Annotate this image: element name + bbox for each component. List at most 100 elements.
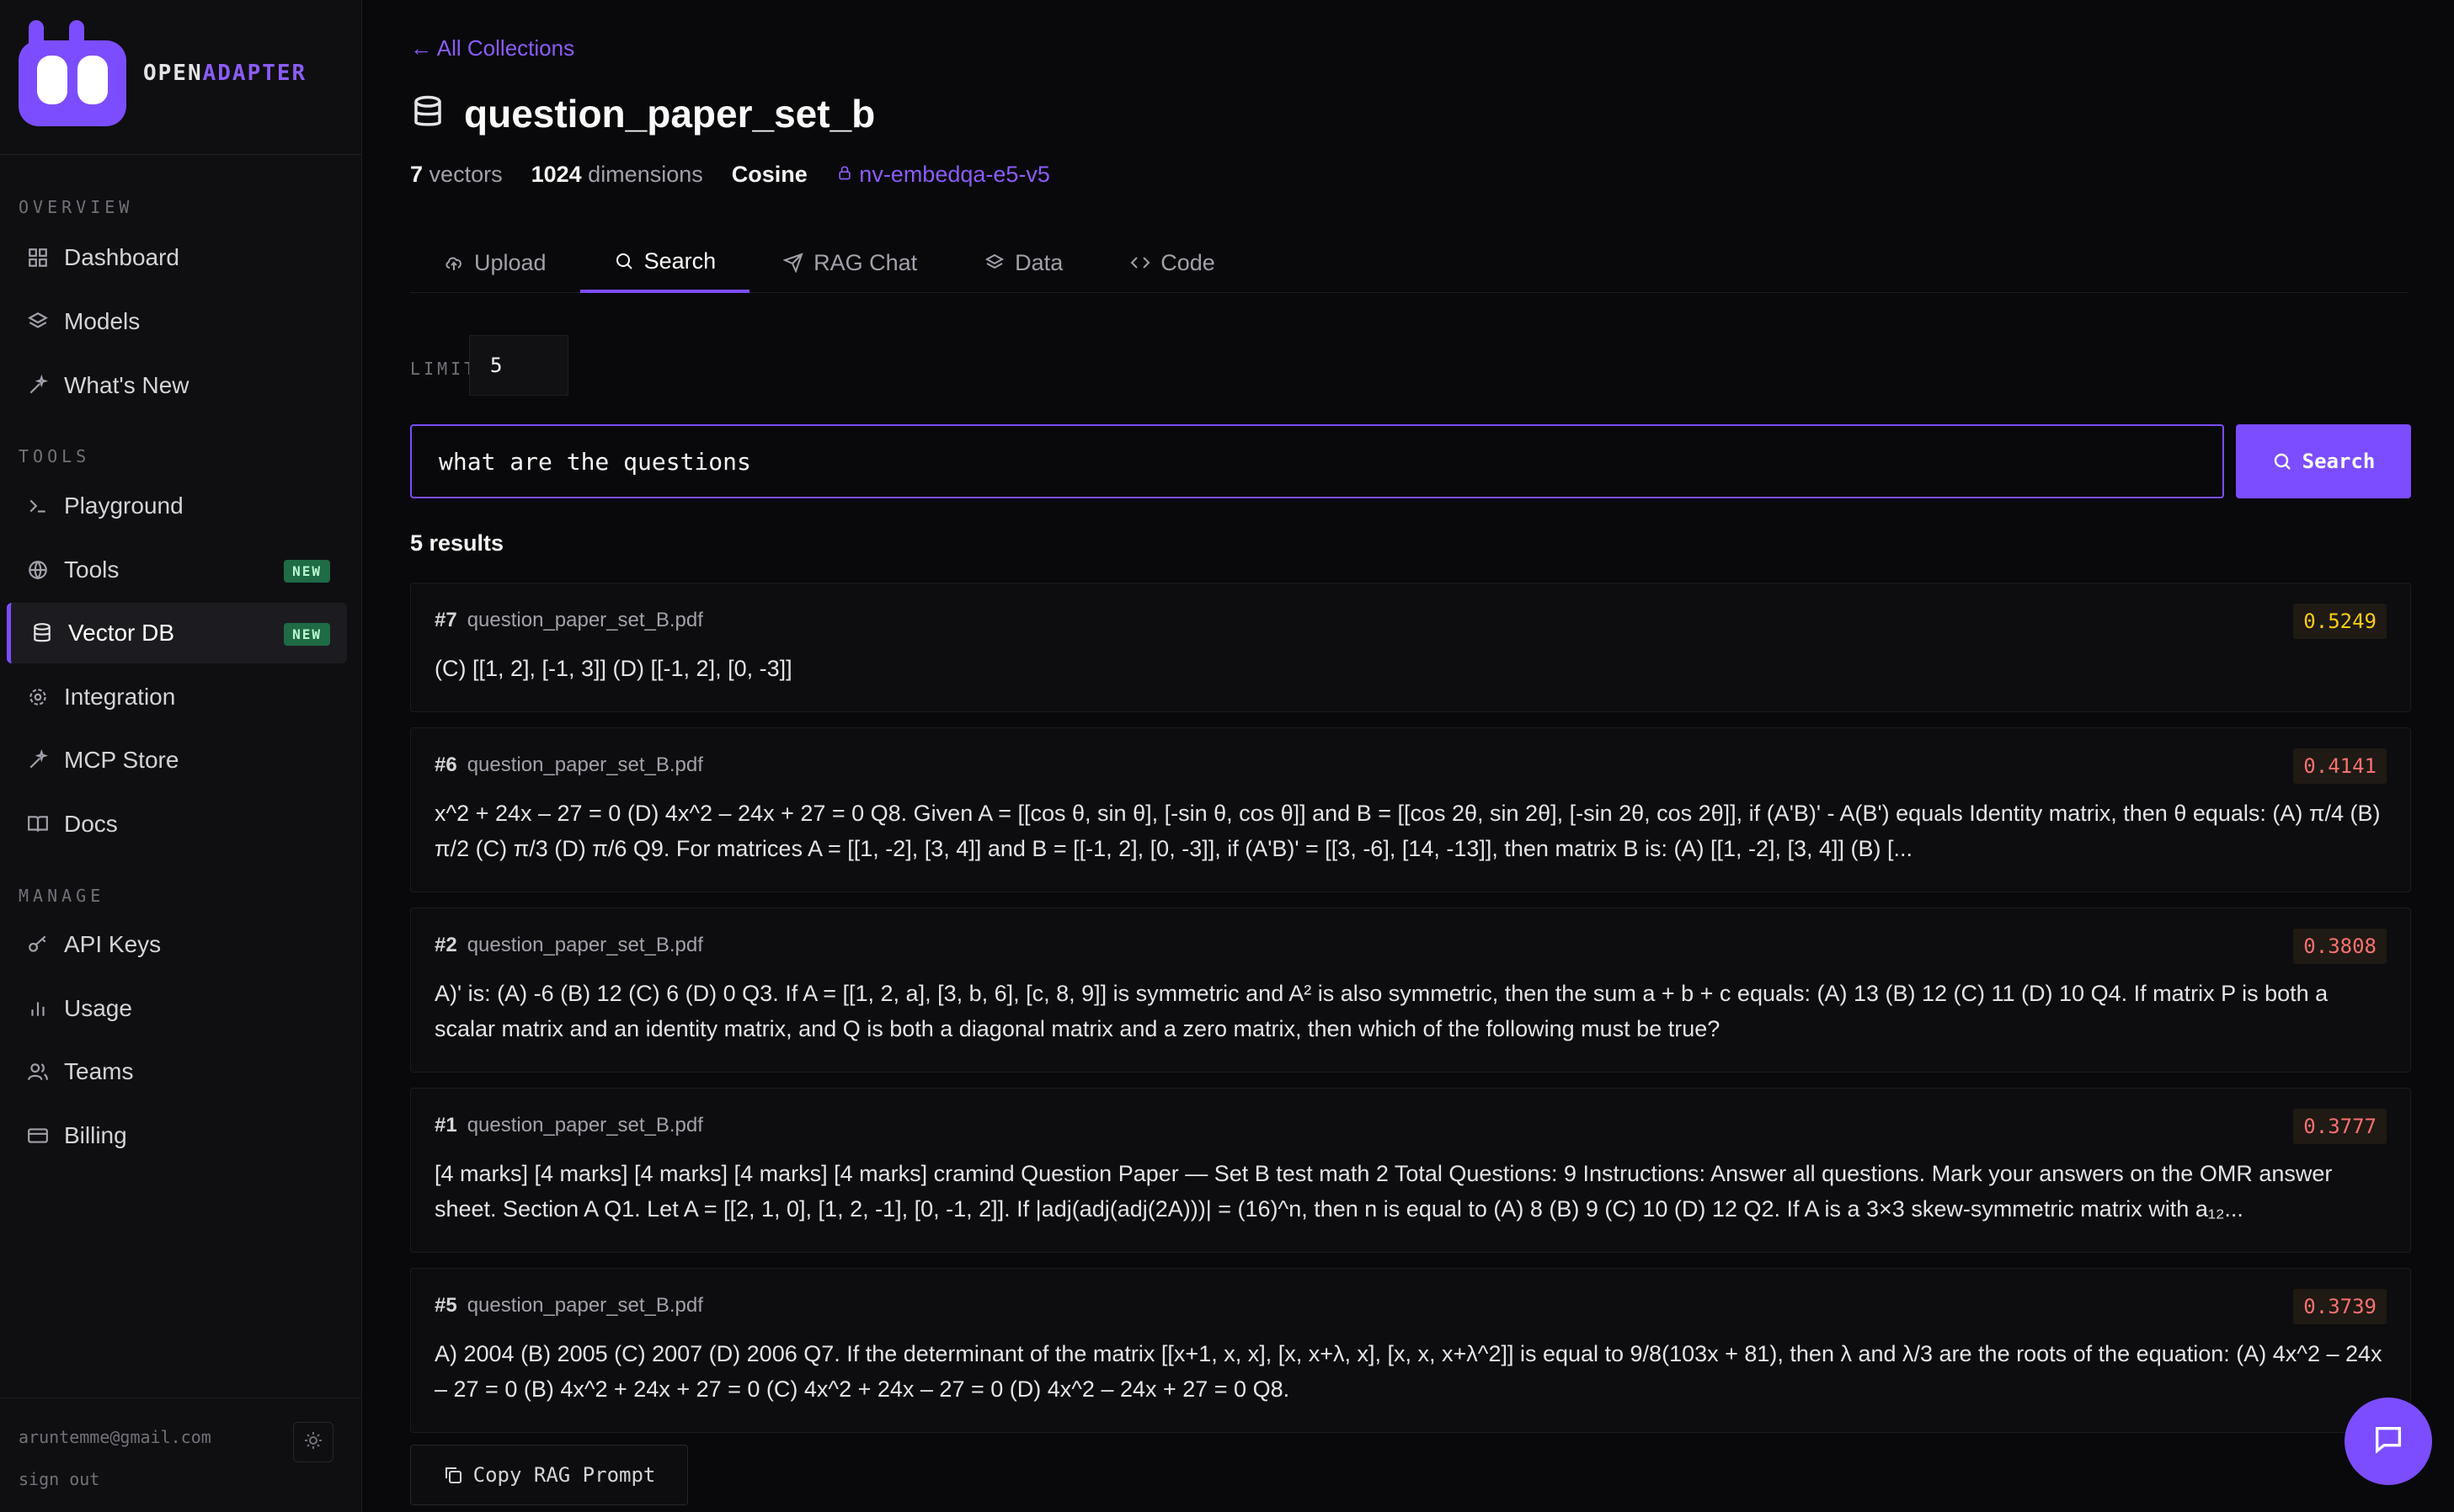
result-rank: #6 — [435, 753, 457, 776]
page-title-row: question_paper_set_b — [410, 91, 875, 136]
result-header: #1 question_paper_set_B.pdf — [435, 1114, 703, 1137]
search-icon — [614, 251, 634, 271]
sidebar-item-label: Billing — [64, 1122, 127, 1148]
result-header: #6 question_paper_set_B.pdf — [435, 753, 703, 777]
tab-code[interactable]: Code — [1096, 232, 1249, 293]
sidebar-item-label: MCP Store — [64, 747, 179, 773]
database-icon — [410, 94, 445, 134]
copy-icon — [443, 1465, 463, 1485]
copy-rag-prompt-button[interactable]: Copy RAG Prompt — [410, 1445, 688, 1505]
code-icon — [1130, 253, 1150, 273]
result-text: (C) [[1, 2], [-1, 3]] (D) [[-1, 2], [0, … — [435, 656, 792, 681]
limit-input[interactable]: 5 — [469, 335, 568, 396]
result-text: A) 2004 (B) 2005 (C) 2007 (D) 2006 Q7. I… — [435, 1341, 2382, 1402]
layers-icon — [984, 253, 1005, 273]
sidebar-item-mcp-store[interactable]: MCP Store — [7, 730, 347, 791]
back-to-collections-link[interactable]: ← All Collections — [410, 35, 574, 61]
section-label-tools: TOOLS — [19, 446, 91, 466]
dimensions-count: 1024 — [531, 162, 582, 187]
chat-icon — [2371, 1423, 2405, 1461]
result-score: 0.4141 — [2293, 748, 2387, 784]
bar-chart-icon — [25, 996, 51, 1021]
result-source: question_paper_set_B.pdf — [467, 1114, 703, 1137]
sidebar-item-label: Dashboard — [64, 244, 179, 270]
result-source: question_paper_set_B.pdf — [467, 934, 703, 956]
tab-data[interactable]: Data — [951, 232, 1096, 293]
tab-search[interactable]: Search — [579, 232, 750, 293]
search-icon — [2272, 451, 2292, 471]
result-score: 0.3739 — [2293, 1289, 2387, 1324]
tab-rag-chat[interactable]: RAG Chat — [750, 232, 951, 293]
sidebar: OPENADAPTER OVERVIEW Dashboard Models Wh… — [0, 0, 362, 1512]
sidebar-item-api-keys[interactable]: API Keys — [7, 914, 347, 975]
main-content: ← All Collections question_paper_set_b 7… — [363, 0, 2454, 1512]
sidebar-item-teams[interactable]: Teams — [7, 1041, 347, 1102]
result-card[interactable]: #2 question_paper_set_B.pdf 0.3808 A)' is… — [410, 908, 2411, 1073]
new-badge: NEW — [284, 560, 330, 583]
results-count: 5 results — [410, 530, 504, 556]
user-email: aruntemme@gmail.com — [19, 1427, 211, 1447]
search-input[interactable]: what are the questions — [410, 424, 2224, 498]
logo[interactable] — [19, 20, 126, 128]
result-rank: #2 — [435, 934, 457, 956]
sidebar-item-usage[interactable]: Usage — [7, 978, 347, 1039]
result-card[interactable]: #5 question_paper_set_B.pdf 0.3739 A) 200… — [410, 1268, 2411, 1433]
sidebar-item-label: Usage — [64, 995, 132, 1021]
sidebar-item-whats-new[interactable]: What's New — [7, 355, 347, 416]
sidebar-item-vector-db[interactable]: Vector DB NEW — [7, 603, 347, 663]
brand: OPENADAPTER — [0, 0, 361, 155]
sidebar-item-label: Tools — [64, 556, 120, 583]
page-title: question_paper_set_b — [464, 92, 876, 136]
result-rank: #1 — [435, 1114, 457, 1137]
tab-label: Upload — [474, 249, 547, 275]
upload-icon — [444, 253, 464, 273]
sidebar-item-dashboard[interactable]: Dashboard — [7, 227, 347, 288]
chat-bubble-button[interactable] — [2345, 1398, 2432, 1485]
search-button-label: Search — [2302, 450, 2376, 473]
search-button[interactable]: Search — [2236, 424, 2411, 498]
result-header: #5 question_paper_set_B.pdf — [435, 1294, 703, 1318]
sidebar-item-label: Vector DB — [68, 620, 175, 646]
section-label-manage: MANAGE — [19, 886, 105, 906]
vectors-label: vectors — [429, 162, 503, 187]
result-card[interactable]: #1 question_paper_set_B.pdf 0.3777 [4 mar… — [410, 1088, 2411, 1253]
result-text: [4 marks] [4 marks] [4 marks] [4 marks] … — [435, 1161, 2333, 1222]
result-score: 0.3777 — [2293, 1109, 2387, 1144]
result-rank: #7 — [435, 609, 457, 631]
sidebar-item-label: Playground — [64, 492, 184, 519]
book-icon — [25, 812, 51, 837]
sign-out-link[interactable]: sign out — [19, 1469, 99, 1489]
sidebar-item-models[interactable]: Models — [7, 291, 347, 352]
collection-meta: 7 vectors 1024 dimensions Cosine nv-embe… — [410, 162, 1050, 188]
tab-upload[interactable]: Upload — [410, 232, 580, 293]
result-card[interactable]: #7 question_paper_set_B.pdf 0.5249 (C) [[… — [410, 583, 2411, 712]
users-icon — [25, 1059, 51, 1084]
result-source: question_paper_set_B.pdf — [467, 609, 703, 631]
sidebar-item-label: What's New — [64, 372, 189, 398]
sidebar-item-playground[interactable]: Playground — [7, 476, 347, 536]
sidebar-item-billing[interactable]: Billing — [7, 1105, 347, 1166]
key-icon — [25, 932, 51, 957]
sidebar-item-label: Models — [64, 308, 141, 334]
result-card[interactable]: #6 question_paper_set_B.pdf 0.4141 x^2 + … — [410, 727, 2411, 892]
sidebar-item-label: Integration — [64, 684, 176, 710]
tab-label: RAG Chat — [814, 249, 918, 275]
sidebar-footer: aruntemme@gmail.com sign out — [0, 1398, 362, 1512]
sparkle-icon — [25, 373, 51, 398]
database-icon — [29, 620, 55, 646]
tab-label: Search — [643, 248, 717, 274]
theme-toggle-button[interactable] — [293, 1422, 333, 1462]
sidebar-item-docs[interactable]: Docs — [7, 794, 347, 854]
credit-card-icon — [25, 1123, 51, 1148]
distance-metric: Cosine — [731, 162, 808, 187]
result-text: x^2 + 24x – 27 = 0 (D) 4x^2 – 24x + 27 =… — [435, 801, 2381, 861]
sidebar-item-integration[interactable]: Integration — [7, 667, 347, 727]
sparkle-icon — [25, 748, 51, 773]
tab-label: Code — [1160, 249, 1215, 275]
sidebar-item-label: Docs — [64, 811, 118, 837]
gear-icon — [25, 684, 51, 710]
globe-icon — [25, 557, 51, 583]
copy-button-label: Copy RAG Prompt — [472, 1463, 656, 1487]
sidebar-item-tools[interactable]: Tools NEW — [7, 540, 347, 600]
embedding-model-link[interactable]: nv-embedqa-e5-v5 — [836, 162, 1050, 188]
